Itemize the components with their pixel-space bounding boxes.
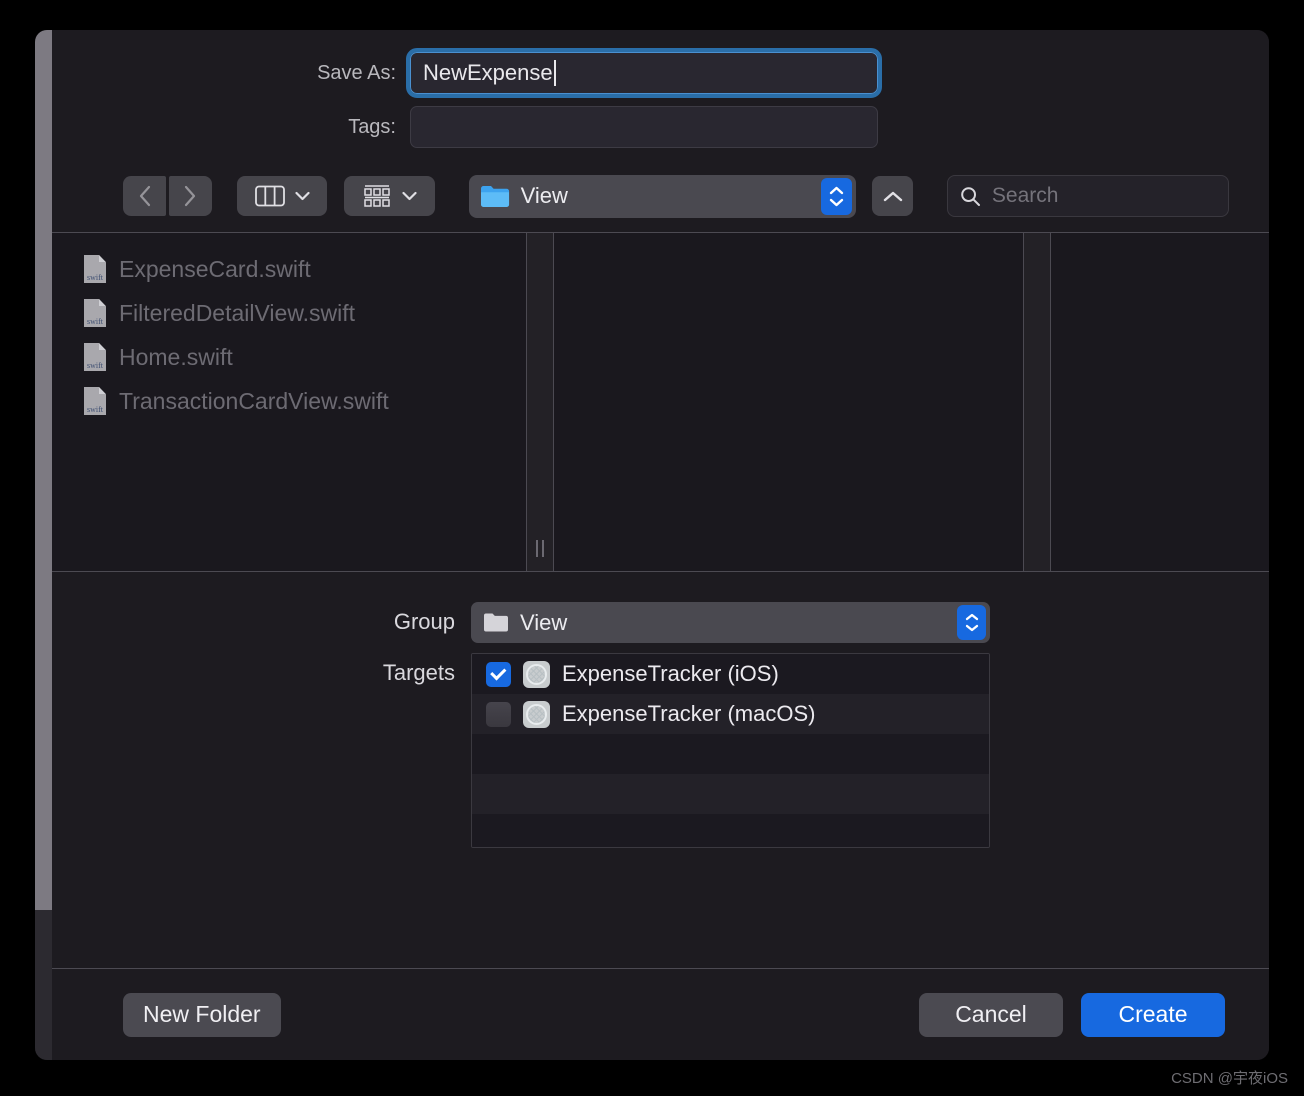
path-stepper[interactable] xyxy=(821,177,853,215)
app-icon xyxy=(523,660,550,688)
group-row: Group View xyxy=(52,602,1269,643)
sidebar-sliver-bottom xyxy=(35,910,52,1060)
dialog-body: Save As: NewExpense Tags: View Search sw… xyxy=(52,30,1269,1060)
navigation-buttons xyxy=(123,176,212,216)
path-popup-button[interactable]: View xyxy=(468,174,857,218)
target-checkbox[interactable] xyxy=(486,701,511,727)
chevron-right-icon xyxy=(184,185,196,207)
chevron-down-icon xyxy=(965,624,978,632)
save-as-row: Save As: NewExpense xyxy=(52,48,1269,98)
group-label: Group xyxy=(393,609,455,634)
chevron-left-icon xyxy=(139,185,151,207)
tags-input[interactable] xyxy=(410,106,878,148)
save-as-value: NewExpense xyxy=(423,60,553,85)
go-up-button[interactable] xyxy=(872,176,913,216)
gallery-view-icon xyxy=(364,185,390,207)
column-scrollbar[interactable] xyxy=(527,233,553,571)
chevron-up-icon xyxy=(965,613,978,621)
save-as-input[interactable]: NewExpense xyxy=(406,48,882,98)
targets-row: Targets ExpenseTracker (iOS) ExpenseTrac… xyxy=(52,653,1269,848)
swift-file-icon: swift xyxy=(84,255,106,283)
cancel-button[interactable]: Cancel xyxy=(919,992,1063,1037)
file-name: TransactionCardView.swift xyxy=(119,387,389,414)
target-name: ExpenseTracker (iOS) xyxy=(562,661,779,686)
chevron-down-icon xyxy=(402,191,417,201)
table-row[interactable]: ExpenseTracker (iOS) xyxy=(472,654,989,694)
file-name: FilteredDetailView.swift xyxy=(119,299,356,326)
app-icon xyxy=(523,700,550,728)
path-popup-label: View xyxy=(520,183,568,208)
column-scrollbar[interactable] xyxy=(1024,233,1050,571)
group-stepper[interactable] xyxy=(957,605,986,640)
table-row[interactable] xyxy=(472,814,989,847)
name-fields: Save As: NewExpense Tags: xyxy=(52,30,1269,160)
target-checkbox[interactable] xyxy=(486,661,511,687)
tags-row: Tags: xyxy=(52,106,1269,148)
list-item[interactable]: swift FilteredDetailView.swift xyxy=(52,291,526,335)
list-item[interactable]: swift TransactionCardView.swift xyxy=(52,379,526,423)
swift-file-icon: swift xyxy=(84,299,106,327)
chevron-up-icon xyxy=(883,191,902,201)
search-placeholder: Search xyxy=(991,184,1059,207)
search-icon xyxy=(961,186,980,206)
targets-label: Targets xyxy=(382,660,455,685)
file-browser: swift ExpenseCard.swift swift FilteredDe… xyxy=(52,232,1269,572)
dialog-button-bar: New Folder Cancel Create xyxy=(52,968,1269,1060)
file-name: ExpenseCard.swift xyxy=(119,255,311,282)
group-popup-label: View xyxy=(520,609,568,635)
column-resize-handle[interactable] xyxy=(536,540,544,557)
forward-button[interactable] xyxy=(169,176,212,216)
tags-label: Tags: xyxy=(348,115,396,138)
list-item[interactable]: swift ExpenseCard.swift xyxy=(52,247,526,291)
folder-icon xyxy=(484,613,508,632)
preview-column[interactable] xyxy=(554,233,1023,571)
sidebar-sliver xyxy=(35,30,52,910)
chevron-up-icon xyxy=(830,186,844,194)
search-input[interactable]: Search xyxy=(946,175,1229,217)
file-name: Home.swift xyxy=(119,343,233,370)
file-column[interactable]: swift ExpenseCard.swift swift FilteredDe… xyxy=(52,233,526,571)
save-as-label: Save As: xyxy=(317,61,396,84)
table-row[interactable]: ExpenseTracker (macOS) xyxy=(472,694,989,734)
back-button[interactable] xyxy=(123,176,166,216)
accessory-view: Group View Targets ExpenseTracker (iOS) … xyxy=(52,572,1269,968)
group-popup-button[interactable]: View xyxy=(471,602,990,643)
column-view-button[interactable] xyxy=(237,176,328,216)
text-caret xyxy=(553,60,556,86)
watermark: CSDN @宇夜iOS xyxy=(1171,1070,1288,1087)
gallery-view-button[interactable] xyxy=(344,176,435,216)
table-row[interactable] xyxy=(472,774,989,814)
swift-file-icon: swift xyxy=(84,387,106,415)
column-view-icon xyxy=(254,185,285,207)
new-folder-button[interactable]: New Folder xyxy=(123,992,281,1037)
chevron-down-icon xyxy=(830,198,844,206)
targets-list[interactable]: ExpenseTracker (iOS) ExpenseTracker (mac… xyxy=(471,653,990,848)
save-dialog: Save As: NewExpense Tags: View Search sw… xyxy=(35,30,1269,1060)
file-browser-toolbar: View Search xyxy=(52,160,1269,232)
target-name: ExpenseTracker (macOS) xyxy=(562,701,816,726)
swift-file-icon: swift xyxy=(84,343,106,371)
detail-column[interactable] xyxy=(1051,233,1269,571)
table-row[interactable] xyxy=(472,734,989,774)
create-button[interactable]: Create xyxy=(1081,992,1225,1037)
folder-icon xyxy=(480,186,509,207)
chevron-down-icon xyxy=(295,191,310,201)
list-item[interactable]: swift Home.swift xyxy=(52,335,526,379)
